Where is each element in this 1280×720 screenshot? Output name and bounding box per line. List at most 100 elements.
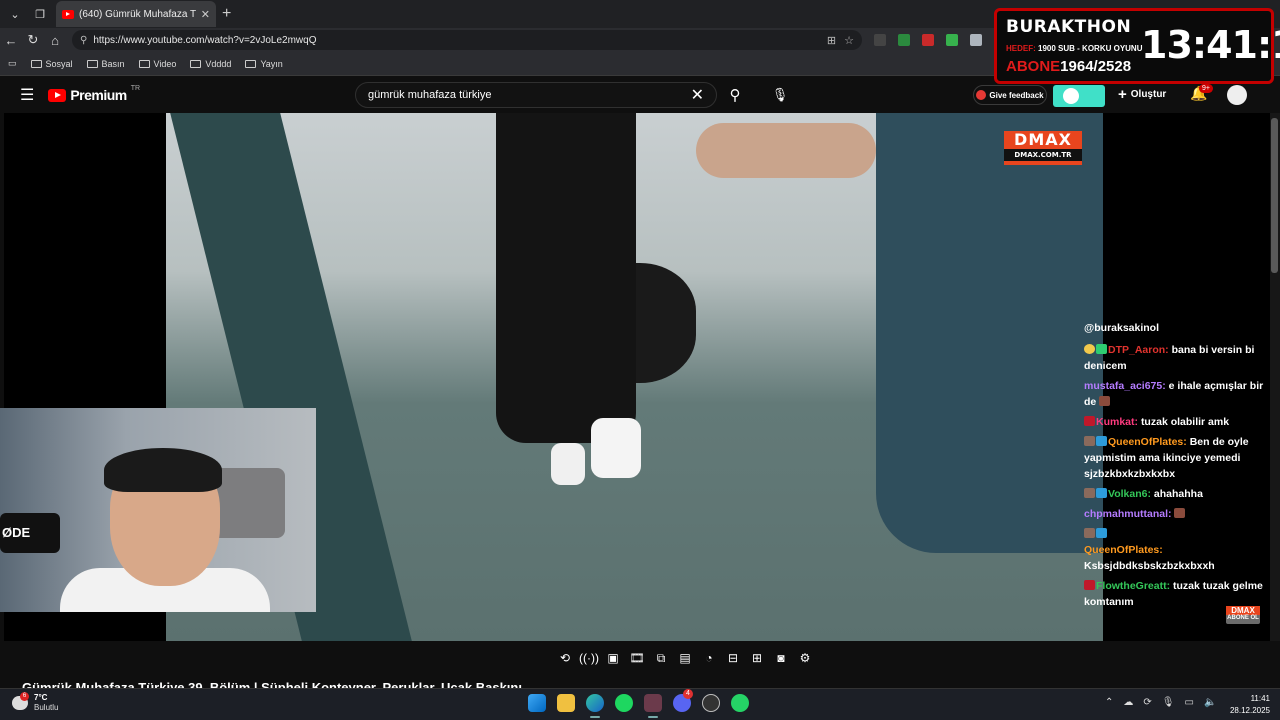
- reading-list-icon[interactable]: ▭: [8, 58, 17, 69]
- picture-in-picture-icon[interactable]: ⧉: [653, 650, 669, 666]
- settings-gear-icon[interactable]: ⚙: [797, 650, 813, 666]
- new-tab-button[interactable]: +: [222, 5, 231, 23]
- logo-text: Premium: [70, 87, 127, 103]
- tab-search-dropdown[interactable]: ⌄: [5, 4, 25, 24]
- menu-icon[interactable]: ☰: [20, 85, 34, 105]
- channel-watermark: DMAX DMAX.COM.TR: [1004, 131, 1082, 165]
- chat-message: mustafa_aci675: e ihale açmışlar bir de: [1084, 378, 1274, 410]
- sub-count: 1964/2528: [1060, 58, 1132, 75]
- sync-icon[interactable]: ⟳: [1143, 697, 1151, 708]
- folder-icon: [245, 59, 257, 68]
- chat-user: Volkan6:: [1108, 488, 1151, 500]
- system-tray: ⌃ ☁ ⟳ 🎙 ▭ 🔈: [1105, 697, 1216, 708]
- cinema-mode-icon[interactable]: ▤: [677, 650, 693, 666]
- weather-widget[interactable]: 6 7°C Bulutlu: [12, 691, 59, 712]
- url-input[interactable]: ⚲ https://www.youtube.com/watch?v=2vJoLe…: [72, 30, 862, 50]
- system-clock[interactable]: 11:41 28.12.2025: [1228, 693, 1270, 717]
- webcam-feed: ØDE: [0, 408, 316, 612]
- cloud-icon: 6: [12, 691, 29, 710]
- volume-icon[interactable]: 🔈: [1204, 697, 1216, 708]
- badge-icon: [1084, 344, 1095, 354]
- microphone-tray-icon[interactable]: 🎙: [1162, 697, 1175, 708]
- chat-overlay: @buraksakinol DTP_Aaron: bana bi versin …: [1084, 320, 1274, 614]
- chat-user: Kumkat:: [1096, 416, 1139, 428]
- cloud-tray-icon[interactable]: ☁: [1123, 697, 1133, 708]
- whatsapp-icon[interactable]: [731, 694, 749, 712]
- chat-text: Ksbsjdbdksbskzbzkxbxxh: [1084, 560, 1215, 572]
- subscribe-watermark: DMAX ABONE OL: [1226, 606, 1260, 624]
- clear-search-icon[interactable]: ✕: [691, 85, 704, 105]
- watch-icon[interactable]: ▣: [605, 650, 621, 666]
- chat-user: chpmahmuttanal:: [1084, 508, 1172, 520]
- chat-user: mustafa_aci675:: [1084, 380, 1166, 392]
- bookmark-folder[interactable]: Yayın: [245, 59, 283, 69]
- youtube-logo[interactable]: Premium TR: [48, 85, 140, 103]
- tab-close-icon[interactable]: ✕: [201, 8, 210, 21]
- badge-icon: [1084, 416, 1095, 426]
- extension-icon[interactable]: [946, 34, 958, 46]
- bookmark-folder[interactable]: Vdddd: [190, 59, 231, 69]
- extension-icon[interactable]: [970, 34, 982, 46]
- site-info-icon[interactable]: ⚲: [80, 35, 87, 46]
- edge-icon[interactable]: [586, 694, 604, 718]
- url-text: https://www.youtube.com/watch?v=2vJoLe2m…: [93, 34, 317, 46]
- app-icon[interactable]: [702, 694, 720, 712]
- spotify-icon[interactable]: [615, 694, 633, 712]
- broadcast-icon[interactable]: ((·)): [579, 650, 599, 666]
- emote-icon: [1174, 508, 1186, 518]
- avatar[interactable]: [1227, 85, 1247, 105]
- bookmark-label: Sosyal: [45, 58, 73, 69]
- start-icon[interactable]: [528, 694, 546, 712]
- stream-overlay: BURAKTHON HEDEF: 1900 SUB - KORKU OYUNU …: [994, 8, 1280, 84]
- taskbar-apps: 4: [528, 689, 749, 718]
- app-install-icon[interactable]: ⊞: [827, 34, 836, 47]
- search-input[interactable]: gümrük muhafaza türkiye ✕: [355, 82, 717, 108]
- workspaces-icon[interactable]: ❐: [30, 4, 50, 24]
- clip-icon[interactable]: 🎞: [629, 650, 645, 666]
- extension-icon[interactable]: [922, 34, 934, 46]
- bookmark-folder[interactable]: Video: [138, 59, 176, 69]
- weather-badge: 6: [20, 691, 29, 701]
- chat-message: QueenOfPlates: Ben de oyle yapmistim ama…: [1084, 434, 1274, 482]
- chat-text: ahahahha: [1153, 488, 1203, 500]
- youtube-favicon-icon: [62, 9, 74, 19]
- reload-button[interactable]: ↻: [22, 32, 44, 48]
- back-button[interactable]: ←: [0, 33, 22, 48]
- bookmark-folder[interactable]: Sosyal: [30, 58, 73, 69]
- chat-message: Volkan6: ahahahha: [1084, 486, 1274, 502]
- create-button[interactable]: + Oluştur: [1118, 86, 1166, 103]
- extension-toggle[interactable]: [1053, 85, 1105, 107]
- loop-icon[interactable]: ⟲: [557, 650, 573, 666]
- bookmark-folder[interactable]: Basın: [86, 59, 125, 69]
- tab-title: (640) Gümrük Muhafaza Türkiye 3C: [79, 8, 196, 20]
- chevron-up-icon[interactable]: ⌃: [1105, 697, 1113, 708]
- network-icon[interactable]: ▭: [1184, 697, 1193, 708]
- discord-icon[interactable]: 4: [673, 689, 693, 712]
- bookmark-star-icon[interactable]: ☆: [844, 34, 854, 47]
- add-icon[interactable]: ⊞: [749, 650, 765, 666]
- browser-tab-youtube[interactable]: (640) Gümrük Muhafaza Türkiye 3C ✕: [56, 1, 216, 27]
- weather-description: Bulutlu: [34, 703, 59, 712]
- feedback-label: Give feedback: [989, 90, 1044, 100]
- steam-icon[interactable]: [644, 694, 662, 718]
- microphone-icon[interactable]: 🎙: [768, 83, 792, 107]
- bookmark-label: Vdddd: [205, 58, 232, 69]
- home-button[interactable]: ⌂: [44, 33, 66, 48]
- create-label: Oluştur: [1130, 89, 1167, 100]
- search-icon[interactable]: ⚲: [722, 82, 748, 108]
- chat-message: Kumkat: tuzak olabilir amk: [1084, 414, 1274, 430]
- save-icon[interactable]: ⊟: [725, 650, 741, 666]
- watermark-logo: DMAX: [1014, 130, 1072, 149]
- screenshot-icon[interactable]: ◙: [773, 650, 789, 666]
- file-explorer-icon[interactable]: [557, 694, 575, 712]
- folder-icon: [30, 59, 42, 68]
- notification-badge: 9+: [1199, 84, 1213, 93]
- scrollbar-thumb[interactable]: [1271, 118, 1278, 273]
- speed-icon[interactable]: ◔: [701, 650, 717, 666]
- extension-icon[interactable]: [898, 34, 910, 46]
- extension-icon[interactable]: [874, 34, 886, 46]
- give-feedback-button[interactable]: Give feedback: [973, 85, 1047, 105]
- abone-logo: DMAX: [1226, 606, 1260, 615]
- player-toolbar: ⟲ ((·)) ▣ 🎞 ⧉ ▤ ◔ ⊟ ⊞ ◙ ⚙: [0, 645, 1280, 671]
- chat-handle: @buraksakinol: [1084, 322, 1160, 334]
